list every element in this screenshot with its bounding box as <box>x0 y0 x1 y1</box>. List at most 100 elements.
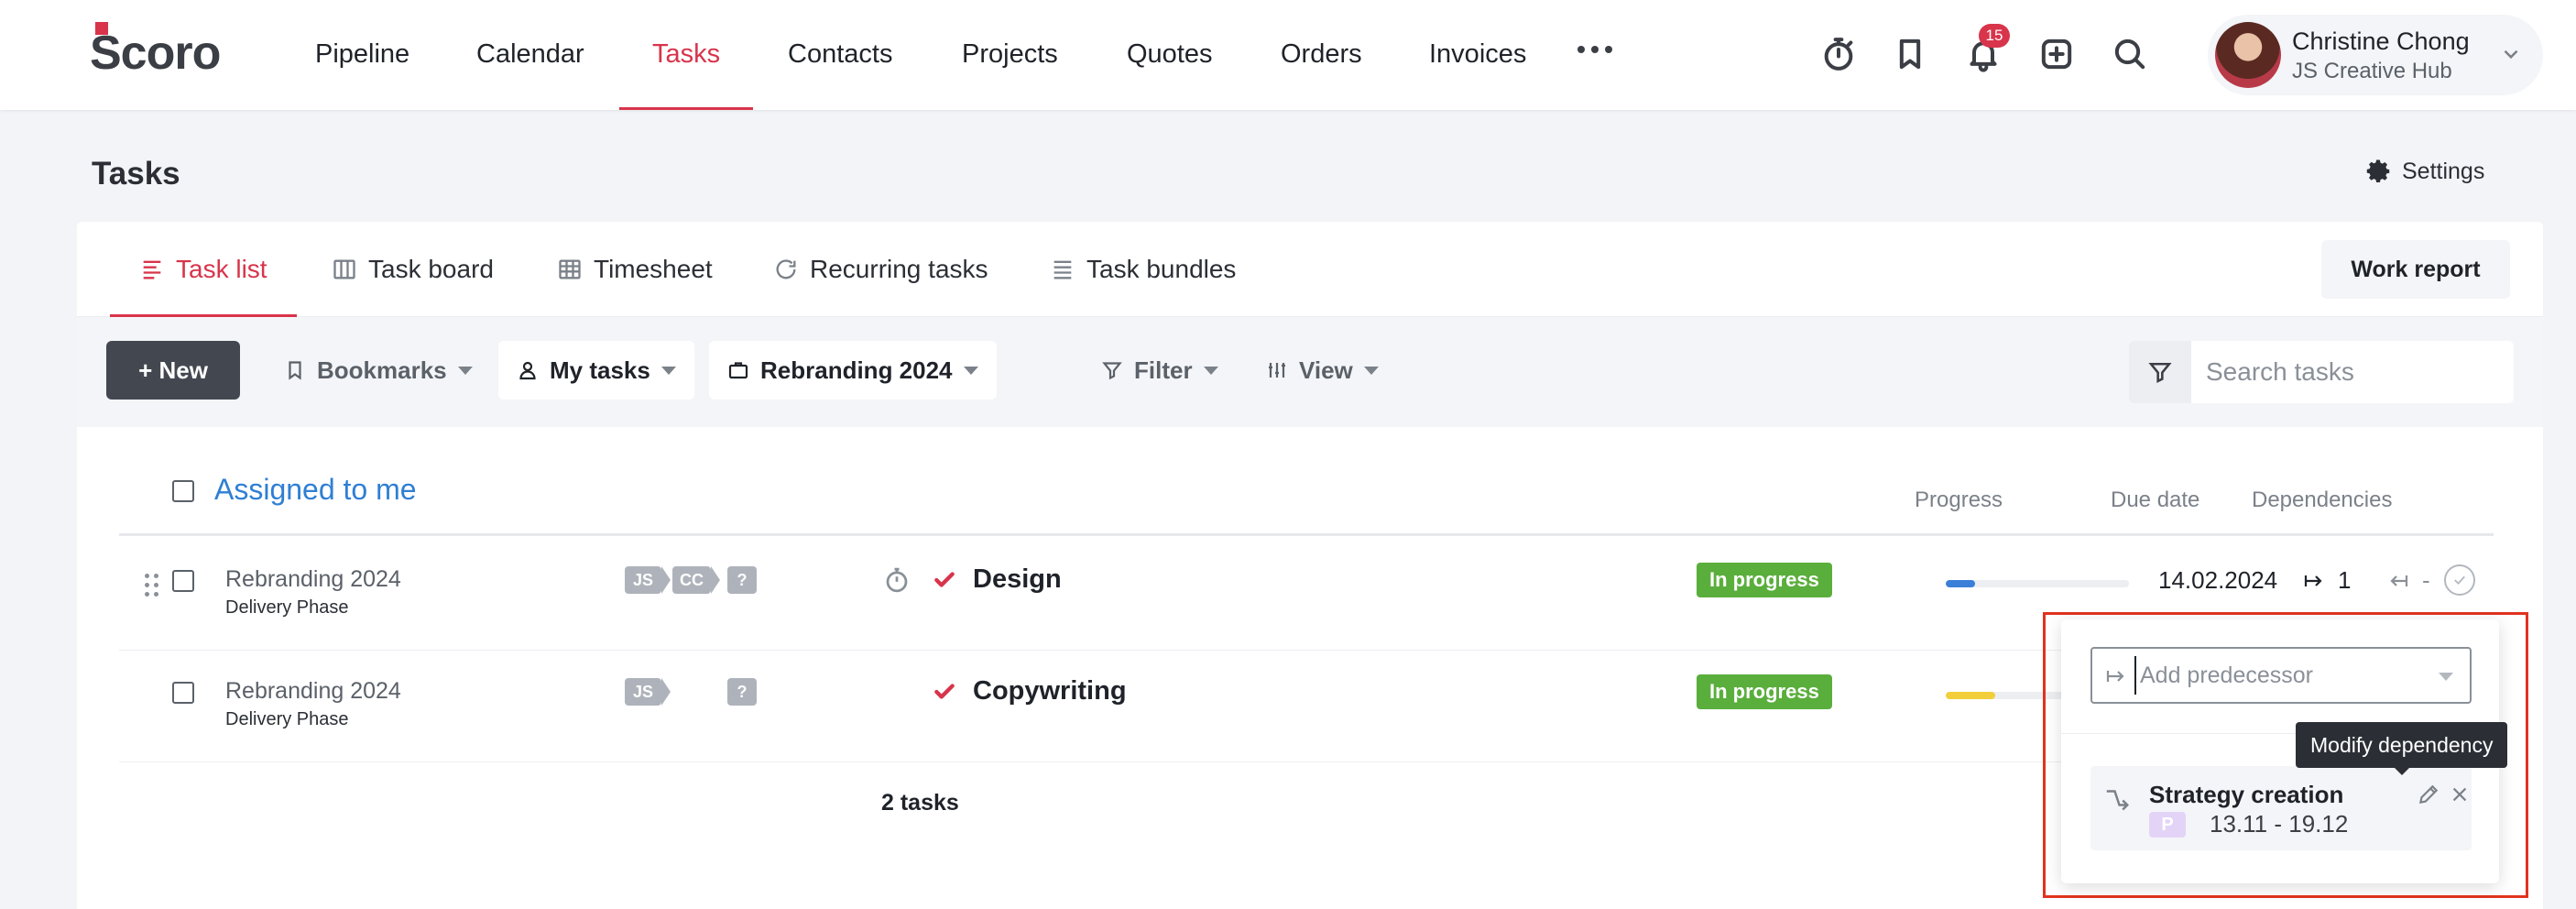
user-menu[interactable]: Christine Chong JS Creative Hub <box>2208 15 2543 95</box>
drag-handle-icon[interactable] <box>145 574 158 597</box>
due-date[interactable]: 14.02.2024 <box>2158 566 2277 595</box>
bookmarks-dropdown[interactable]: Bookmarks <box>266 341 491 400</box>
nav-projects[interactable]: Projects <box>962 0 1058 110</box>
board-icon <box>332 257 357 282</box>
checkmark-icon <box>933 680 956 708</box>
task-name[interactable]: Copywriting <box>973 676 1127 706</box>
new-task-button[interactable]: + New <box>106 341 240 400</box>
nav-orders[interactable]: Orders <box>1281 0 1362 110</box>
grid-icon <box>557 257 583 282</box>
caret-down-icon <box>1203 366 1218 375</box>
check-icon <box>2454 575 2465 586</box>
tab-timesheet[interactable]: Timesheet <box>557 222 713 317</box>
search-input[interactable] <box>2206 341 2499 403</box>
assignee-tag: JS <box>625 566 671 594</box>
caret-down-icon <box>963 366 978 375</box>
nav-pipeline[interactable]: Pipeline <box>315 0 409 110</box>
nav-tasks[interactable]: Tasks <box>618 0 754 110</box>
bookmark-icon[interactable] <box>1889 33 1931 75</box>
complete-task-button[interactable] <box>2444 564 2475 596</box>
funnel-icon <box>2148 362 2172 383</box>
predecessor-arrow-icon <box>2390 575 2408 586</box>
caret-down-icon <box>660 366 676 375</box>
timer-icon[interactable] <box>883 566 911 598</box>
project-phase: Delivery Phase <box>225 709 349 729</box>
filter-dropdown[interactable]: Filter <box>1083 341 1237 400</box>
gear-icon <box>2366 159 2390 182</box>
briefcase-icon <box>728 362 748 379</box>
column-dependencies: Dependencies <box>2252 487 2393 512</box>
task-name[interactable]: Design <box>973 564 1062 595</box>
my-tasks-dropdown[interactable]: My tasks <box>498 341 694 400</box>
pencil-icon[interactable] <box>2417 783 2440 811</box>
tab-task-list[interactable]: Task list <box>110 222 297 317</box>
project-phase: Delivery Phase <box>225 597 349 618</box>
dependency-dates: 13.11 - 19.12 <box>2210 810 2349 838</box>
list-icon <box>139 257 165 282</box>
add-predecessor-select[interactable] <box>2090 647 2472 704</box>
sliders-icon <box>1269 363 1285 378</box>
nav-calendar[interactable]: Calendar <box>476 0 584 110</box>
dependency-link-icon <box>2103 784 2131 816</box>
tab-bar: Task list Task board Timesheet Recurring… <box>77 222 2543 317</box>
modify-dependency-tooltip: Modify dependency <box>2296 722 2508 775</box>
nav-quotes[interactable]: Quotes <box>1127 0 1213 110</box>
settings-label: Settings <box>2402 158 2485 184</box>
status-badge[interactable]: In progress <box>1697 674 1832 709</box>
assignee-tag: JS <box>625 678 671 706</box>
user-icon <box>519 361 536 380</box>
timer-icon[interactable] <box>1817 33 1860 75</box>
assignee-tag: CC <box>672 566 720 594</box>
unassigned-tag: ? <box>727 678 757 706</box>
bundle-icon <box>1050 257 1075 282</box>
view-dropdown[interactable]: View <box>1248 341 1397 400</box>
tab-task-bundles[interactable]: Task bundles <box>1050 222 1236 317</box>
settings-button[interactable]: Settings <box>2365 158 2484 185</box>
unassigned-tag: ? <box>727 566 757 594</box>
caret-down-icon <box>457 366 473 375</box>
caret-down-icon[interactable] <box>2439 673 2453 681</box>
close-icon[interactable] <box>2450 784 2470 809</box>
notification-badge: 15 <box>1979 24 2010 48</box>
filter-toolbar: + New Bookmarks My tasks Rebranding 2024… <box>77 317 2543 427</box>
successor-arrow-icon <box>2304 575 2322 586</box>
chevron-down-icon <box>2499 42 2523 66</box>
project-name[interactable]: Rebranding 2024 <box>225 566 401 593</box>
status-badge[interactable]: In progress <box>1697 563 1832 597</box>
top-navigation-bar: Scoro Pipeline Calendar Tasks Contacts P… <box>0 0 2576 110</box>
row-checkbox[interactable] <box>172 682 194 704</box>
more-horizontal-icon[interactable] <box>1577 46 1612 53</box>
bookmark-icon <box>289 361 301 380</box>
progress-fill <box>1946 692 1995 699</box>
work-report-button[interactable]: Work report <box>2321 240 2510 299</box>
group-header: Assigned to me Progress Due date Depende… <box>77 460 2543 524</box>
add-predecessor-input[interactable] <box>2134 656 2428 695</box>
tasks-count: 2 tasks <box>881 790 959 816</box>
tab-recurring-tasks[interactable]: Recurring tasks <box>773 222 988 317</box>
project-dropdown[interactable]: Rebranding 2024 <box>709 341 997 400</box>
progress-fill <box>1946 580 1975 587</box>
task-search <box>2129 341 2514 403</box>
project-badge: P <box>2149 812 2186 838</box>
scoro-logo[interactable]: Scoro <box>90 22 221 80</box>
tab-task-board[interactable]: Task board <box>332 222 494 317</box>
predecessor-arrow-icon <box>2106 671 2124 682</box>
successor-count[interactable]: 1 <box>2303 566 2351 595</box>
group-title[interactable]: Assigned to me <box>214 473 417 507</box>
dependency-title[interactable]: Strategy creation <box>2149 781 2343 809</box>
predecessor-count[interactable]: - <box>2387 566 2430 595</box>
add-square-icon[interactable] <box>2036 33 2078 75</box>
select-all-checkbox[interactable] <box>172 480 194 502</box>
column-progress: Progress <box>1915 487 2003 512</box>
search-icon[interactable] <box>2109 33 2151 75</box>
divider <box>119 533 2494 536</box>
nav-invoices[interactable]: Invoices <box>1429 0 1526 110</box>
column-due-date[interactable]: Due date <box>2111 487 2199 513</box>
nav-contacts[interactable]: Contacts <box>788 0 892 110</box>
project-name[interactable]: Rebranding 2024 <box>225 678 401 705</box>
search-filter-button[interactable] <box>2129 341 2191 403</box>
dependency-item[interactable]: Strategy creation P 13.11 - 19.12 <box>2090 766 2472 850</box>
caret-down-icon <box>1363 366 1379 375</box>
user-organization: JS Creative Hub <box>2292 59 2452 83</box>
row-checkbox[interactable] <box>172 570 194 592</box>
